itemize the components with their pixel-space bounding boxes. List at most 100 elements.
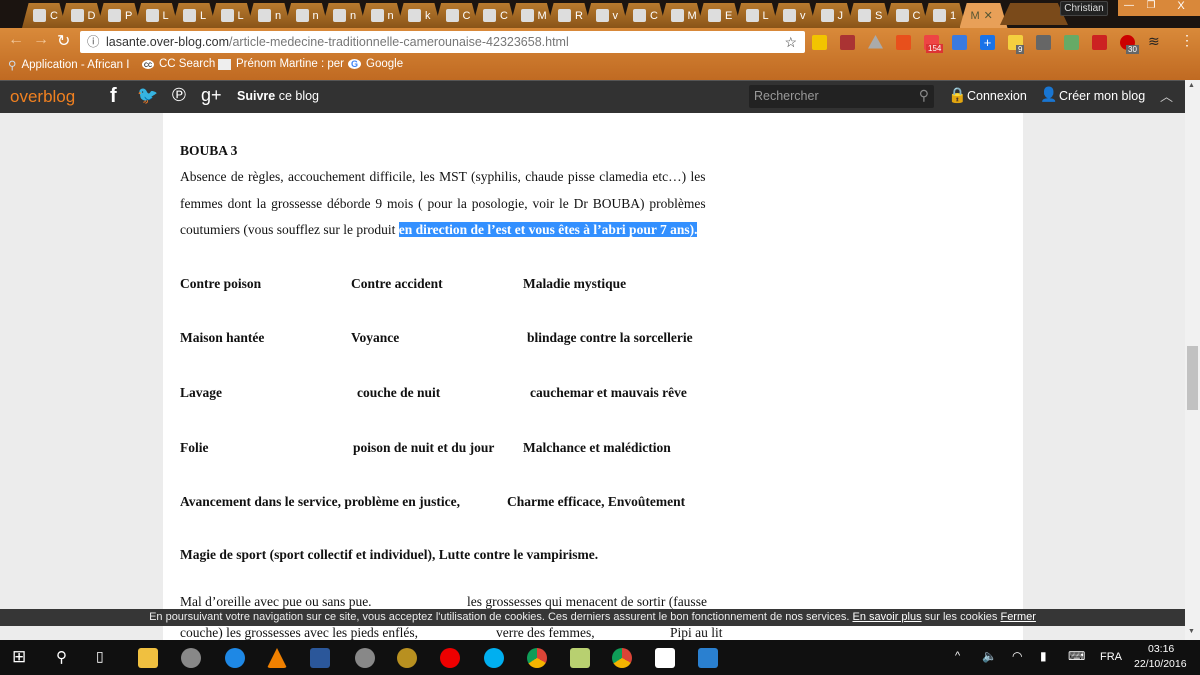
clock-date[interactable]: 22/10/2016 xyxy=(1134,658,1187,670)
page-scrollbar[interactable]: ▲ ▼ xyxy=(1185,80,1200,640)
show-hidden-icons[interactable]: ^ xyxy=(955,650,960,662)
address-bar[interactable]: ⓘ lasante.over-blog.com/article-medecine… xyxy=(80,31,805,53)
scroll-down-icon[interactable]: ▼ xyxy=(1188,628,1195,635)
bookmark-star-icon[interactable]: ☆ xyxy=(784,31,797,53)
user-add-icon: 👤 xyxy=(1040,86,1058,102)
browser-tab[interactable]: R xyxy=(547,3,591,28)
browser-tab[interactable]: 1 xyxy=(922,3,966,28)
forward-extension-icon[interactable] xyxy=(1092,35,1107,50)
messenger-icon[interactable] xyxy=(225,648,245,668)
profile-button[interactable]: Christian xyxy=(1060,1,1108,16)
mail-icon[interactable] xyxy=(655,648,675,668)
browser-tab[interactable]: L xyxy=(172,3,216,28)
minimize-button[interactable]: — xyxy=(1118,0,1140,16)
search-icon[interactable]: ⚲ xyxy=(56,648,67,666)
bookmark-2[interactable]: Prénom Martine : per xyxy=(218,58,344,70)
office-icon[interactable] xyxy=(896,35,911,50)
language-indicator[interactable]: FRA xyxy=(1100,651,1122,663)
search-icon[interactable]: ⚲ xyxy=(919,87,929,104)
reload-icon[interactable]: ↻ xyxy=(57,31,70,51)
browser-tab[interactable]: D xyxy=(59,3,104,28)
close-window-button[interactable]: X xyxy=(1162,0,1200,16)
bookmark-3[interactable]: G Google xyxy=(348,58,403,70)
pocket-icon[interactable] xyxy=(1036,35,1051,50)
cookie-text: En poursuivant votre navigation sur ce s… xyxy=(149,611,853,623)
app-icon[interactable] xyxy=(397,648,417,668)
browser-tab[interactable]: n xyxy=(359,3,404,28)
back-icon[interactable]: ← xyxy=(8,31,24,49)
file-explorer-icon[interactable] xyxy=(138,648,158,668)
calendar-icon[interactable] xyxy=(952,35,967,50)
clock-time[interactable]: 03:16 xyxy=(1148,643,1174,655)
browser-tab[interactable]: n xyxy=(284,3,329,28)
browser-tab[interactable]: L xyxy=(209,3,254,28)
battery-icon[interactable]: ▮ xyxy=(1040,649,1047,663)
create-blog-link[interactable]: Créer mon blog xyxy=(1059,89,1145,103)
browser-tab[interactable]: C xyxy=(22,3,66,28)
bookmark-0[interactable]: ⚲ Application - African I xyxy=(8,58,129,72)
scrollbar-thumb[interactable] xyxy=(1187,346,1198,410)
app-icon[interactable] xyxy=(570,648,590,668)
browser-tab[interactable]: M xyxy=(659,3,704,28)
twitter-icon[interactable]: 🐦 xyxy=(137,86,158,106)
extension-icon[interactable] xyxy=(1064,35,1079,50)
browser-tab[interactable]: J xyxy=(809,3,854,28)
wifi-icon[interactable]: ◠ xyxy=(1012,649,1022,663)
lastpass-icon[interactable] xyxy=(812,35,827,50)
browser-tab[interactable]: C xyxy=(472,3,516,28)
search-input[interactable]: Rechercher ⚲ xyxy=(749,85,934,108)
browser-tab[interactable]: E xyxy=(697,3,741,28)
bookmark-1[interactable]: cc CC Search xyxy=(142,58,215,70)
browser-tab[interactable]: P xyxy=(97,3,141,28)
tab-favicon xyxy=(70,9,84,22)
tab-favicon xyxy=(670,9,684,22)
browser-tab[interactable]: M xyxy=(509,3,554,28)
app-icon[interactable] xyxy=(355,648,375,668)
pinterest-icon[interactable]: ℗ xyxy=(172,85,186,107)
collapse-chevron-icon[interactable]: ︿ xyxy=(1160,86,1173,105)
windows-start-icon[interactable]: ⊞ xyxy=(12,647,26,667)
remedy-item: couche) les grossesses avec les pieds en… xyxy=(180,625,419,640)
follow-blog-link[interactable]: Suivre ce blog xyxy=(237,89,319,103)
login-link[interactable]: Connexion xyxy=(967,89,1027,103)
browser-tab[interactable]: v xyxy=(584,3,629,28)
browser-tab[interactable]: M ✕ xyxy=(959,3,1008,28)
menu-icon[interactable]: ⋮ xyxy=(1180,32,1194,49)
plus-extension-icon[interactable]: + xyxy=(980,35,995,50)
browser-tab[interactable]: C xyxy=(622,3,666,28)
cookie-learn-more-link[interactable]: En savoir plus xyxy=(853,611,922,623)
app-icon[interactable] xyxy=(181,648,201,668)
opera-icon[interactable] xyxy=(440,648,460,668)
cookie-close-link[interactable]: Fermer xyxy=(1000,611,1035,623)
browser-tab[interactable]: C xyxy=(884,3,929,28)
scroll-up-icon[interactable]: ▲ xyxy=(1188,82,1195,89)
vlc-icon[interactable] xyxy=(267,648,287,668)
googleplus-icon[interactable]: g+ xyxy=(201,85,222,106)
overblog-logo[interactable]: overblog xyxy=(10,87,75,107)
browser-tab[interactable]: n xyxy=(247,3,291,28)
forward-icon[interactable]: → xyxy=(33,31,49,49)
skype-icon[interactable] xyxy=(484,648,504,668)
maximize-button[interactable]: ❐ xyxy=(1140,0,1162,16)
chrome-icon[interactable] xyxy=(612,648,632,668)
new-tab-button[interactable] xyxy=(1000,3,1068,25)
browser-tab[interactable]: L xyxy=(734,3,779,28)
browser-tab[interactable]: v xyxy=(772,3,816,28)
security-icon[interactable] xyxy=(698,648,718,668)
browser-tab[interactable]: k xyxy=(397,3,441,28)
tab-title: M xyxy=(687,9,697,22)
keyboard-icon[interactable]: ⌨ xyxy=(1068,649,1085,663)
close-tab-icon[interactable]: ✕ xyxy=(984,9,993,22)
browser-tab[interactable]: n xyxy=(322,3,366,28)
selected-text[interactable]: en direction de l’est et vous êtes à l’a… xyxy=(398,222,698,237)
buffer-icon[interactable]: ≋ xyxy=(1148,33,1160,50)
word-icon[interactable] xyxy=(310,648,330,668)
chrome-icon[interactable] xyxy=(527,648,547,668)
volume-icon[interactable]: 🔈 xyxy=(982,649,997,663)
facebook-icon[interactable]: f xyxy=(110,85,117,108)
browser-tab[interactable]: S xyxy=(847,3,891,28)
pdf-icon[interactable] xyxy=(840,35,855,50)
browser-tab[interactable]: L xyxy=(134,3,179,28)
browser-tab[interactable]: C xyxy=(434,3,479,28)
task-view-icon[interactable]: ▯ xyxy=(96,648,104,665)
